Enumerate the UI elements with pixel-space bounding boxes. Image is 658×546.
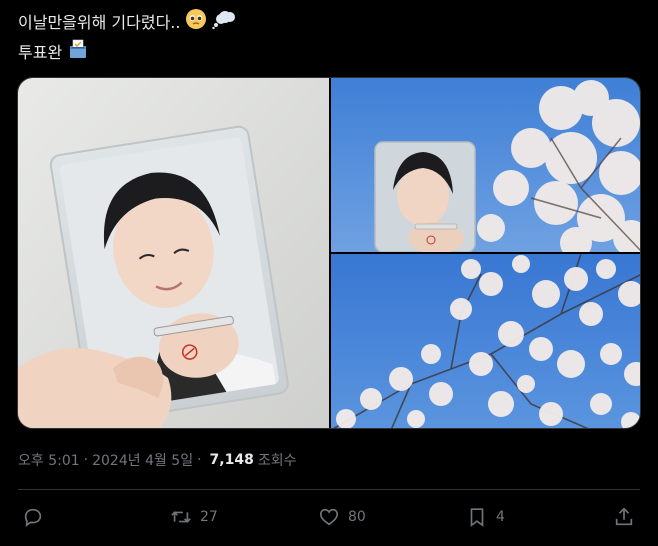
views-label: 조회수 — [257, 453, 297, 469]
bookmark-icon — [470, 508, 484, 527]
bookmark-count: 4 — [496, 509, 505, 525]
like-count: 80 — [348, 509, 366, 525]
views-count: 7,148 — [209, 452, 254, 468]
like-button[interactable]: 80 — [318, 500, 366, 534]
share-icon — [615, 507, 633, 526]
reply-button[interactable] — [22, 500, 44, 534]
tweet-text-line-1: 이날만을위해 기다렸다.. — [18, 8, 236, 38]
tweet-text-vote: 투표완 — [18, 43, 63, 62]
meta-separator: · — [197, 452, 202, 468]
media-grid — [17, 77, 641, 429]
photocard-in-hand-photo — [18, 78, 329, 428]
tweet-meta: 오후 5:01 · 2024년 4월 5일 · 7,148 조회수 — [18, 450, 296, 470]
bookmark-button[interactable]: 4 — [466, 500, 505, 534]
photocard-cherry-blossom-photo — [331, 78, 640, 252]
retweet-button[interactable]: 27 — [170, 500, 218, 534]
retweet-icon — [171, 511, 191, 523]
tweet-text: 이날만을위해 기다렸다.. 투표완 — [18, 8, 236, 68]
media-photo-2[interactable] — [331, 78, 640, 252]
heart-icon — [319, 508, 339, 526]
divider — [18, 489, 640, 490]
media-photo-1[interactable] — [18, 78, 329, 428]
tweet-text-line-2: 투표완 — [18, 38, 236, 68]
thought-balloon-icon — [212, 8, 236, 38]
retweet-count: 27 — [200, 509, 218, 525]
tweet-date[interactable]: 2024년 4월 5일 — [92, 450, 193, 470]
tweet-time[interactable]: 오후 5:01 — [18, 450, 80, 470]
action-bar: 27 80 4 — [0, 500, 658, 534]
ballot-box-icon — [67, 38, 89, 68]
cherry-blossom-sky-photo — [331, 254, 640, 428]
pleading-face-icon — [185, 8, 207, 38]
share-button[interactable] — [613, 500, 635, 534]
meta-separator: · — [83, 452, 89, 468]
media-photo-3[interactable] — [331, 254, 640, 428]
tweet-text-main: 이날만을위해 기다렸다.. — [18, 13, 181, 32]
reply-icon — [24, 508, 42, 528]
